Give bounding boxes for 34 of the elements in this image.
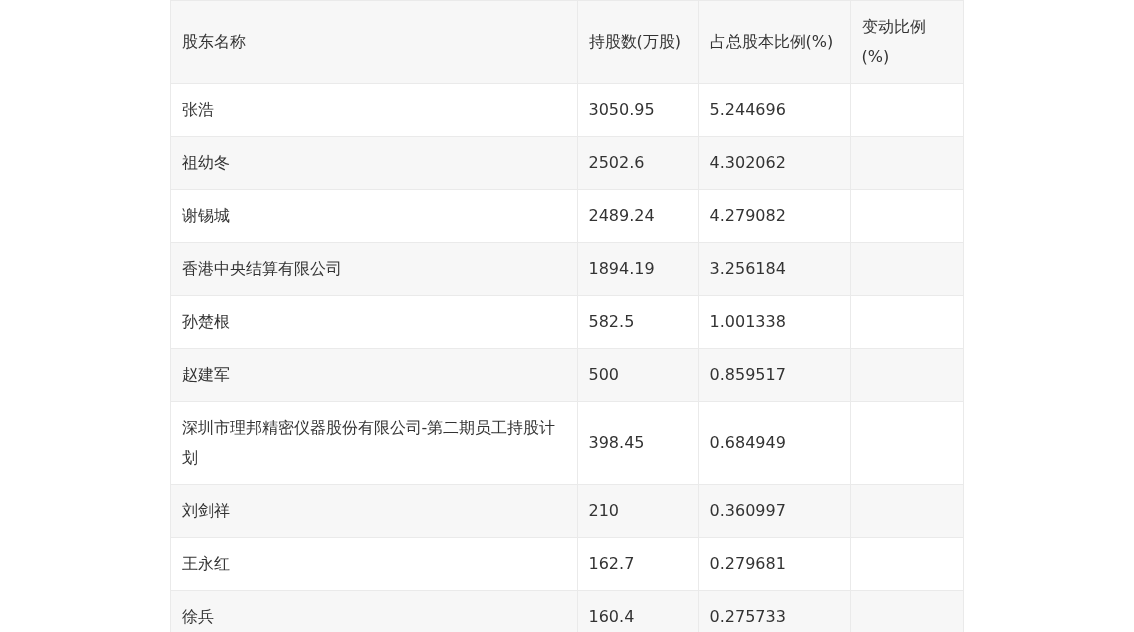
table-cell: 徐兵 (170, 590, 577, 632)
table-cell: 160.4 (577, 590, 698, 632)
column-header: 变动比例(%) (850, 0, 963, 84)
table-cell: 赵建军 (170, 348, 577, 402)
table-cell: 祖幼冬 (170, 136, 577, 190)
column-header: 占总股本比例(%) (698, 0, 850, 84)
table-cell: 2489.24 (577, 189, 698, 243)
table-cell: 0.279681 (698, 537, 850, 591)
table-cell: 0.859517 (698, 348, 850, 402)
table-cell: 刘剑祥 (170, 484, 577, 538)
table-cell: 4.302062 (698, 136, 850, 190)
table-cell: 1.001338 (698, 295, 850, 349)
table-cell: 2502.6 (577, 136, 698, 190)
table-cell: 香港中央结算有限公司 (170, 242, 577, 296)
table-cell: 1894.19 (577, 242, 698, 296)
table-cell: 0.684949 (698, 401, 850, 485)
table-cell: 0.275733 (698, 590, 850, 632)
table-cell: 0.360997 (698, 484, 850, 538)
table-cell: 王永红 (170, 537, 577, 591)
table-cell: 孙楚根 (170, 295, 577, 349)
table-cell: 582.5 (577, 295, 698, 349)
table-cell: 398.45 (577, 401, 698, 485)
table-cell: 4.279082 (698, 189, 850, 243)
table-cell: 210 (577, 484, 698, 538)
table-cell: 3.256184 (698, 242, 850, 296)
table-cell: 5.244696 (698, 83, 850, 137)
column-header: 股东名称 (170, 0, 577, 84)
table-cell: 谢锡城 (170, 189, 577, 243)
table-cell: 162.7 (577, 537, 698, 591)
table-cell: 500 (577, 348, 698, 402)
table-cell: 3050.95 (577, 83, 698, 137)
table-cell: 深圳市理邦精密仪器股份有限公司-第二期员工持股计划 (170, 401, 577, 485)
table-cell: 张浩 (170, 83, 577, 137)
column-header: 持股数(万股) (577, 0, 698, 84)
